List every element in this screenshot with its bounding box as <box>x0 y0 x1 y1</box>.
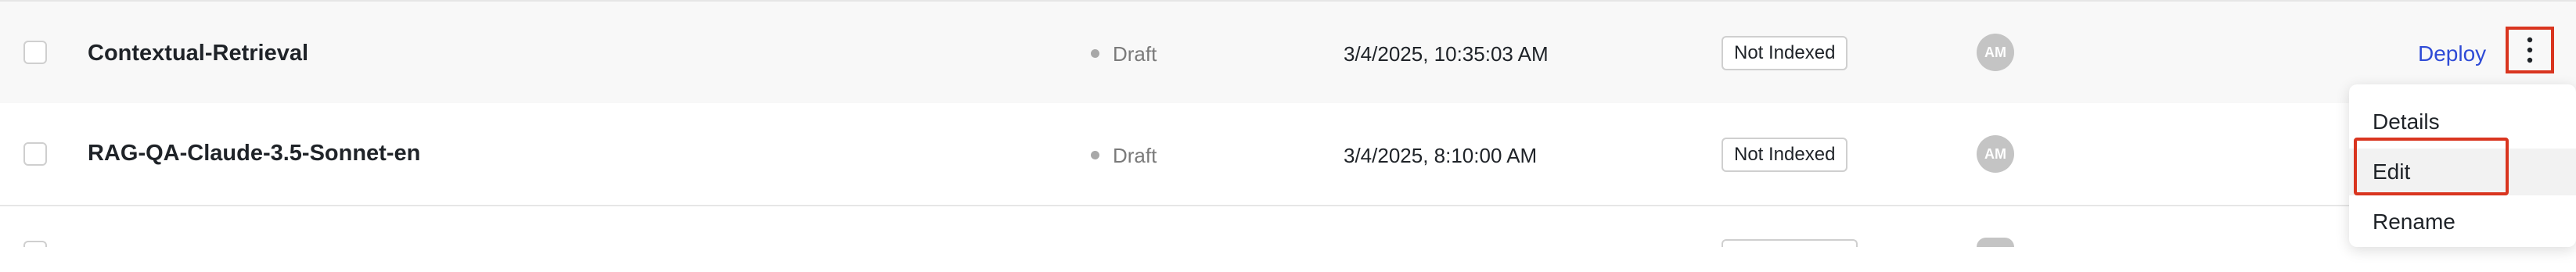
table-row[interactable]: RAG-QA-Claude-3.5-Sonnet-en Draft 3/4/20… <box>0 103 2576 206</box>
row-checkbox[interactable] <box>23 142 47 166</box>
status-text: Draft <box>1113 42 1157 66</box>
table-row[interactable]: Contextual-Retrieval Draft 3/4/2025, 10:… <box>0 0 2576 105</box>
row-actions-menu: Details Edit Rename <box>2349 84 2576 247</box>
item-name[interactable]: Contextual-Retrieval <box>88 41 308 66</box>
index-status-badge: Not Indexed <box>1722 36 1848 70</box>
status-dot <box>1091 49 1099 58</box>
avatar: AM <box>1977 34 2014 71</box>
date-text: 3/4/2025, 10:35:03 AM <box>1344 42 1549 66</box>
index-status-badge: Not Indexed <box>1722 138 1848 172</box>
menu-item-rename[interactable]: Rename <box>2349 199 2576 245</box>
row-checkbox[interactable] <box>23 241 47 247</box>
date-text: 3/4/2025, 8:10:00 AM <box>1344 144 1538 167</box>
deploy-link[interactable]: Deploy <box>2418 41 2486 66</box>
kebab-vertical-icon <box>2527 37 2533 63</box>
index-status-badge <box>1722 239 1858 247</box>
more-actions-button[interactable] <box>2506 27 2554 73</box>
menu-item-edit[interactable]: Edit <box>2349 149 2576 195</box>
table-row[interactable] <box>0 206 2576 247</box>
item-name[interactable]: RAG-QA-Claude-3.5-Sonnet-en <box>88 141 420 166</box>
avatar <box>1977 238 2014 247</box>
avatar: AM <box>1977 135 2014 173</box>
status-dot <box>1091 151 1099 159</box>
menu-item-details[interactable]: Details <box>2349 98 2576 145</box>
status-text: Draft <box>1113 144 1157 167</box>
row-checkbox[interactable] <box>23 41 47 64</box>
